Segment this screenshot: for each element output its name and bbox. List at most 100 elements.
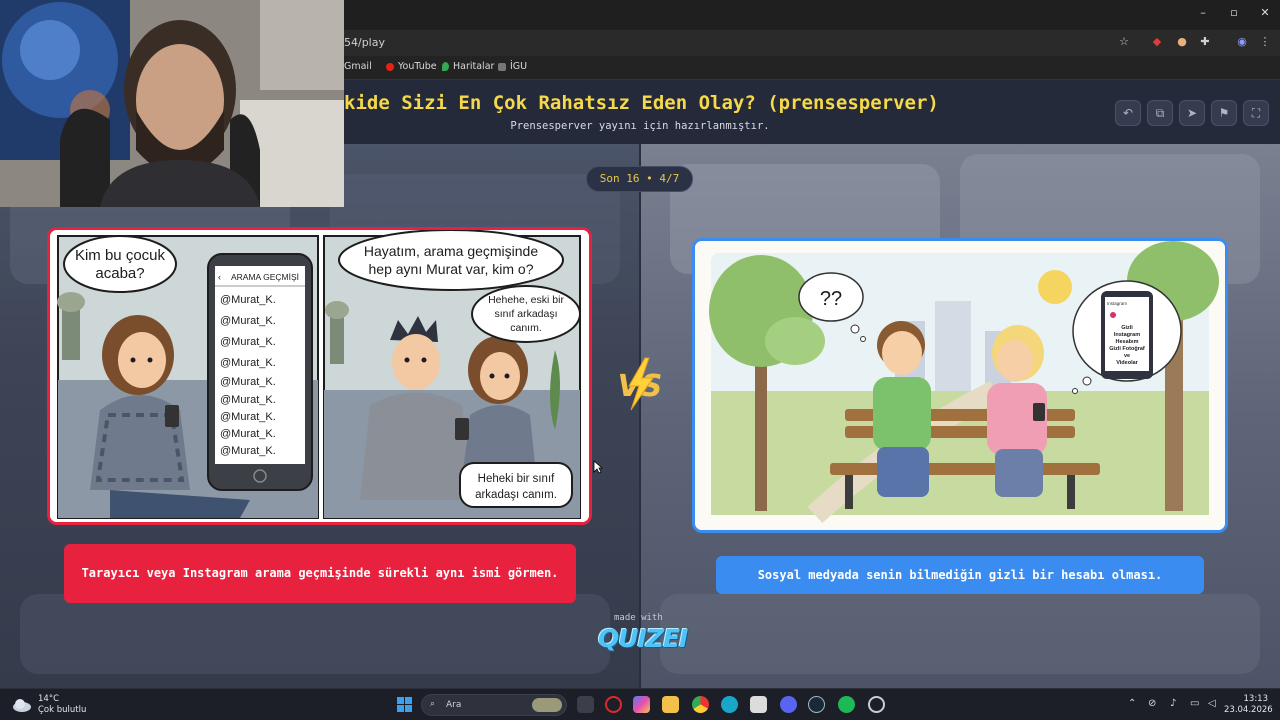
steam-icon[interactable]: [808, 696, 825, 713]
copilot-icon[interactable]: [633, 696, 650, 713]
bookmark-gmail[interactable]: Gmail: [344, 61, 372, 72]
weather-desc: Çok bulutlu: [38, 705, 87, 715]
edge-icon[interactable]: [721, 696, 738, 713]
history-item: @Murat_K.: [220, 336, 276, 348]
share-icon: ⧉: [1155, 106, 1165, 120]
phone-back-icon: ‹: [218, 272, 221, 282]
vs-badge: VS: [618, 357, 662, 411]
task-view-icon[interactable]: [577, 696, 594, 713]
extension-icon[interactable]: ◆: [1150, 35, 1164, 49]
cloud-icon: [13, 699, 31, 712]
taskbar-search[interactable]: ⌕ Ara: [421, 694, 567, 716]
url-text[interactable]: 54/play: [344, 36, 385, 49]
park-illustration: ?? Instagram Gizli Instagram Hesabım Giz…: [695, 241, 1225, 530]
spotify-icon[interactable]: [838, 696, 855, 713]
comic-reply-line2: sınıf arkadaşı: [494, 308, 557, 320]
comic-reply-line1: Hehehe, eski bir: [488, 294, 564, 306]
network-off-icon[interactable]: ⊘: [1148, 698, 1156, 709]
clock-time: 13:13: [1243, 694, 1269, 704]
search-placeholder: Ara: [446, 700, 462, 710]
right-option-image[interactable]: ?? Instagram Gizli Instagram Hesabım Giz…: [692, 238, 1228, 533]
taskbar-clock[interactable]: 13:13 23.04.2026: [1224, 694, 1273, 716]
bookmark-igu-label: İGU: [510, 61, 528, 72]
bookmark-igu[interactable]: İGU: [498, 61, 527, 72]
bookmark-youtube-label: YouTube: [398, 61, 437, 72]
microphone-icon[interactable]: ♪: [1170, 698, 1176, 709]
maximize-button[interactable]: ▫: [1225, 6, 1243, 19]
comic-bubble-2-line2: hep aynı Murat var, kim o?: [369, 261, 534, 277]
comic-reply-line3: canım.: [510, 322, 542, 334]
phone-line-1: Gizli: [1121, 325, 1133, 331]
quizei-logo[interactable]: QUIZEI: [598, 624, 688, 653]
bookmark-star-icon[interactable]: ☆: [1117, 35, 1131, 49]
bookmark-maps[interactable]: Haritalar: [442, 61, 494, 72]
history-item: @Murat_K.: [220, 411, 276, 423]
display-icon[interactable]: ▭: [1190, 698, 1199, 709]
history-item: @Murat_K.: [220, 294, 276, 306]
bookmark-gmail-label: Gmail: [344, 61, 372, 72]
undo-button[interactable]: ↶: [1115, 100, 1141, 126]
phone-app-name: Instagram: [1107, 301, 1127, 306]
folder-icon: [498, 62, 506, 71]
history-item: @Murat_K.: [220, 357, 276, 369]
send-button[interactable]: ➤: [1179, 100, 1205, 126]
chrome-icon[interactable]: [692, 696, 709, 713]
bookmark-maps-label: Haritalar: [453, 61, 495, 72]
comic-caption-line1: Heheki bir sınıf: [478, 473, 556, 485]
phone-line-6: Videolar: [1116, 360, 1138, 366]
opera-icon[interactable]: [605, 696, 622, 713]
share-button[interactable]: ⧉: [1147, 100, 1173, 126]
left-option-image[interactable]: Kim bu çocuk acaba? ‹ ARAMA GEÇMİŞİ @Mur…: [47, 227, 592, 525]
history-item: @Murat_K.: [220, 445, 276, 457]
volume-icon[interactable]: ◁: [1208, 698, 1216, 709]
phone-line-4: Gizli Fotoğraf: [1109, 346, 1145, 352]
vs-divider: [639, 144, 641, 688]
comic-illustration: Kim bu çocuk acaba? ‹ ARAMA GEÇMİŞİ @Mur…: [50, 230, 589, 522]
weather-temp: 14°C: [38, 694, 60, 704]
discord-icon[interactable]: [780, 696, 797, 713]
flag-icon: ⚑: [1218, 106, 1230, 120]
mouse-cursor: [593, 460, 603, 474]
history-item: @Murat_K.: [220, 428, 276, 440]
weather-widget[interactable]: 14°C Çok bulutlu: [12, 694, 86, 716]
minimize-button[interactable]: –: [1194, 6, 1212, 19]
profile-avatar[interactable]: ◉: [1235, 35, 1249, 49]
youtube-icon: [386, 62, 394, 71]
history-item: @Murat_K.: [220, 394, 276, 406]
search-highlight-icon: [532, 698, 562, 712]
webcam-feed: [0, 0, 344, 207]
phone-line-3: Hesabım: [1116, 339, 1139, 345]
history-item: @Murat_K.: [220, 315, 276, 327]
maps-pin-icon: [442, 62, 449, 71]
search-icon: ⌕: [430, 699, 436, 709]
right-option-button[interactable]: Sosyal medyada senin bilmediğin gizli bi…: [716, 556, 1204, 594]
browser-menu-icon[interactable]: ⋮: [1258, 35, 1272, 49]
round-counter: Son 16 • 4/7: [586, 166, 693, 192]
bookmark-youtube[interactable]: YouTube: [386, 61, 437, 72]
made-with-label: made with: [614, 613, 663, 623]
phone-line-5: ve: [1124, 353, 1130, 359]
left-option-button[interactable]: Tarayıcı veya Instagram arama geçmişinde…: [64, 544, 576, 603]
clock-date: 23.04.2026: [1224, 705, 1273, 715]
file-explorer-icon[interactable]: [662, 696, 679, 713]
start-windows-icon[interactable]: [397, 697, 412, 712]
webcam-overlay: [0, 0, 344, 207]
fullscreen-button[interactable]: ⛶: [1243, 100, 1269, 126]
comic-caption-line2: arkadaşı canım.: [475, 489, 557, 501]
quiz-title: kide Sizi En Çok Rahatsız Eden Olay? (pr…: [344, 92, 939, 114]
extensions-puzzle-icon[interactable]: ✚: [1198, 35, 1212, 49]
comic-bubble-2-line1: Hayatım, arama geçmişinde: [364, 243, 539, 259]
undo-icon: ↶: [1122, 106, 1134, 120]
comic-bubble-1-line1: Kim bu çocuk: [75, 247, 166, 264]
history-item: @Murat_K.: [220, 376, 276, 388]
windows-taskbar: 14°C Çok bulutlu ⌕ Ara ⌃ ⊘ ♪ ▭ ◁ 13:13 2…: [0, 688, 1280, 720]
tray-chevron-icon[interactable]: ⌃: [1128, 698, 1136, 709]
obs-icon[interactable]: [868, 696, 885, 713]
extension-2-icon[interactable]: ●: [1175, 35, 1189, 49]
fullscreen-icon: ⛶: [1251, 106, 1261, 120]
close-window-button[interactable]: ✕: [1256, 6, 1274, 19]
store-icon[interactable]: [750, 696, 767, 713]
phone-header: ARAMA GEÇMİŞİ: [231, 272, 299, 282]
send-icon: ➤: [1186, 106, 1198, 120]
report-button[interactable]: ⚑: [1211, 100, 1237, 126]
